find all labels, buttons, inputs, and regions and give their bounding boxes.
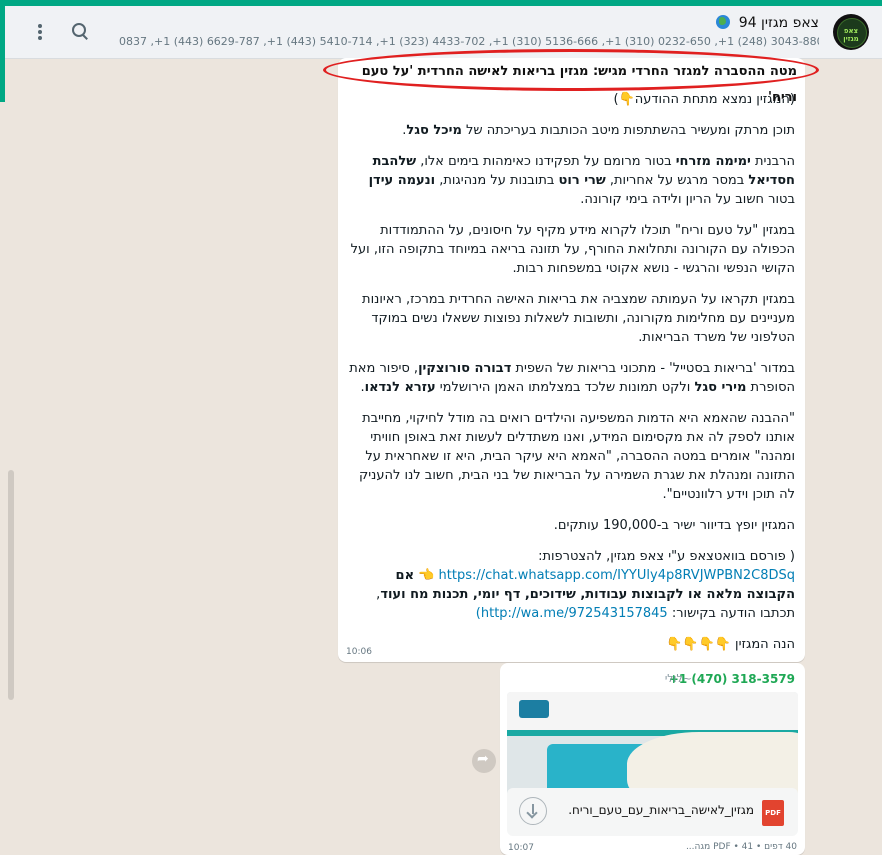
msg-paragraph: במגזין תקראו על העמותה שמצביה את בריאות … [362,292,795,345]
msg-paragraph: במגזין "על טעם וריח" תוכלו לקרוא מידע מק… [350,223,795,276]
text: בטור מרומם על תפקידנו כאימהות בימים אלו, [416,154,676,169]
text: במדור 'בריאות בסטייל' - מתכוני בריאות של… [511,361,795,376]
download-icon[interactable] [519,797,547,825]
highlight-circle [323,49,819,91]
menu-icon[interactable] [38,24,42,40]
text: בתובנות על מנהיגות, [435,173,559,188]
bold-name: מיכל סגל [406,123,462,138]
msg-paragraph: במדור 'בריאות בסטייל' - מתכוני בריאות של… [343,359,795,397]
msg-paragraph: הנה המגזין 👇👇👇👇 [666,637,795,652]
chat-title[interactable]: צאפ מגזין 94 [716,15,819,31]
document-meta: 40 דפים • PDF • 41 מגה... [685,842,797,852]
search-icon[interactable] [72,23,88,40]
text: הרבנית [750,154,795,169]
message-text: (המגזין נמצא מתחת ההודעה👇) תוכן מרתק ומע… [343,90,795,666]
document-message-bubble[interactable]: +1 (470) 318-3579 ~לולי PDF מגזין_לאישה_… [500,663,805,855]
document-row[interactable]: PDF מגזין_לאישה_בריאות_עם_טעם_וריח. [507,788,798,836]
avatar[interactable]: צאפ מגזין [833,14,869,50]
participants-list: יואל מוטי, 3043-880 (248) 1+, 0232-650 (… [119,35,819,48]
text: במסר מרגש על אחריות, [605,173,749,188]
message-time: 10:06 [346,647,372,657]
text: בטור חשוב על הריון ולידה בימי קורונה. [580,192,795,207]
msg-paragraph: תוכן מרתק ומעשיר בהשתתפות מיטב הכותבות ב… [343,121,795,140]
text: 👈 [414,568,439,583]
msg-paragraph: ( פורסם בוואטצאפ ע"י צאפ מגזין, להצטרפות… [343,547,795,623]
text: ( פורסם בוואטצאפ ע"י צאפ מגזין, להצטרפות… [538,549,795,564]
bold-name: עזרא לנדאו [364,380,436,395]
sender-name: ~לולי [664,672,692,685]
chat-scrollbar[interactable] [8,470,14,700]
msg-paragraph: המגזין יופץ בדיוור ישיר ב-190,000 עותקים… [553,518,795,533]
bold-name: ימימה מזרחי [675,154,751,169]
pdf-icon: PDF [762,800,784,826]
join-link[interactable]: https://chat.whatsapp.com/IYYUly4p8RVJWP… [439,568,795,583]
avatar-text: צאפ מגזין [843,27,859,43]
msg-paragraph: "ההבנה שהאמא היא הדמות המשפיעה והילדים ר… [359,411,795,502]
message-time: 10:07 [508,843,534,853]
text: תוכן מרתק ומעשיר בהשתתפות מיטב הכותבות ב… [461,123,795,138]
bold-name: מירי סגל [694,380,747,395]
forward-icon[interactable] [472,749,496,773]
preview-header [507,692,798,730]
bold-name: ונעמה עידן [368,173,436,188]
bold-name: דבורה סורוצקין [418,361,512,376]
message-bubble[interactable]: (המגזין נמצא מתחת ההודעה👇) תוכן מרתק ומע… [338,58,805,662]
text: ולקט תמונות שלכד במצלמתו האמן הירושלמי [435,380,695,395]
document-name[interactable]: מגזין_לאישה_בריאות_עם_טעם_וריח. [568,803,754,817]
chat-title-text: צאפ מגזין 94 [738,15,819,31]
ministry-logo [519,700,549,718]
msg-paragraph: הרבנית ימימה מזרחי בטור מרומם על תפקידנו… [343,152,795,209]
contact-link[interactable]: (http://wa.me/972543157845 [476,606,668,621]
msg-paragraph: (המגזין נמצא מתחת ההודעה👇) [613,92,795,107]
globe-icon [716,15,731,29]
bold-name: שרי רוט [558,173,606,188]
